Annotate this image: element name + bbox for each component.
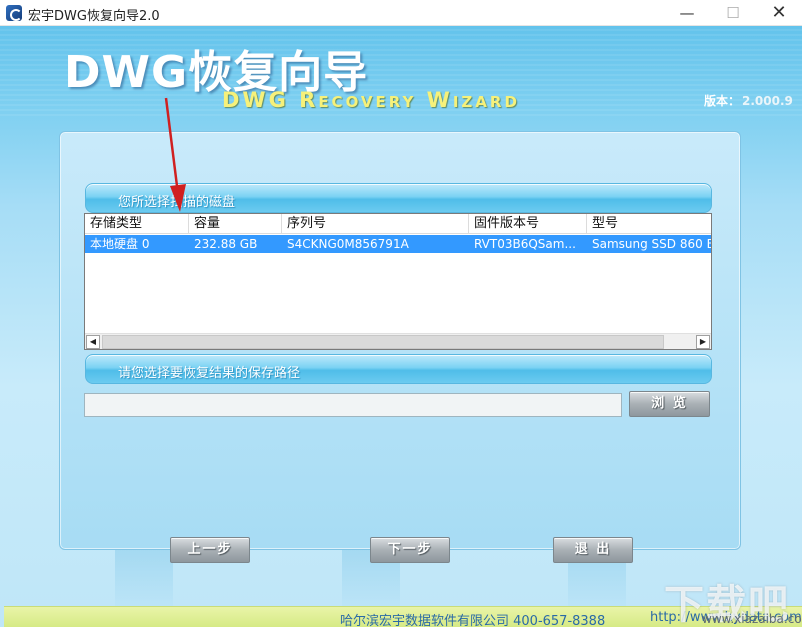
path-section-title: 请您选择要恢复结果的保存路径 — [118, 366, 301, 381]
window-title: 宏宇DWG恢复向导2.0 — [28, 9, 160, 24]
scroll-left-icon[interactable]: ◀ — [86, 335, 100, 349]
version-value: 2.000.9 — [742, 94, 793, 108]
cell-capacity: 232.88 GB — [194, 237, 258, 251]
browse-button[interactable]: 浏 览 — [629, 391, 710, 417]
cell-storage-type: 本地硬盘 0 — [90, 237, 150, 251]
app-icon — [6, 5, 22, 21]
minimize-button[interactable]: — — [664, 0, 710, 26]
version-label: 版本： — [704, 94, 741, 108]
cell-serial: S4CKNG0M856791A — [287, 237, 409, 251]
disk-list-header: 存储类型 容量 序列号 固件版本号 型号 — [85, 214, 711, 234]
scrollbar-thumb[interactable] — [102, 335, 664, 349]
decor-pillar — [115, 550, 173, 606]
disk-list[interactable]: 存储类型 容量 序列号 固件版本号 型号 本地硬盘 0 232.88 GB S4… — [84, 213, 712, 350]
title-bar: 宏宇DWG恢复向导2.0 — ☐ ✕ — [0, 0, 802, 26]
column-storage-type[interactable]: 存储类型 — [85, 214, 189, 234]
column-capacity[interactable]: 容量 — [189, 214, 282, 234]
path-section-header: 请您选择要恢复结果的保存路径 — [85, 354, 712, 384]
column-serial[interactable]: 序列号 — [282, 214, 469, 234]
prev-step-button[interactable]: 上一步 — [170, 537, 250, 563]
footer-company: 哈尔滨宏宇数据软件有限公司 400-657-8388 — [340, 614, 606, 627]
column-model[interactable]: 型号 — [587, 214, 711, 234]
app-body: DWG恢复向导 DWG Recovery Wizard 版本：2.000.9 您… — [0, 26, 802, 627]
version-info: 版本： 2.000.9 — [704, 92, 793, 109]
next-step-button[interactable]: 下一步 — [370, 537, 450, 563]
table-row[interactable]: 本地硬盘 0 232.88 GB S4CKNG0M856791A RVT03B6… — [85, 235, 711, 253]
horizontal-scrollbar[interactable]: ◀ ▶ — [85, 333, 711, 349]
close-button[interactable]: ✕ — [756, 0, 802, 26]
cell-firmware: RVT03B6QSam... — [474, 237, 576, 251]
exit-button[interactable]: 退 出 — [553, 537, 633, 563]
cell-model: Samsung SSD 860 EVO — [592, 237, 711, 251]
save-path-input[interactable] — [84, 393, 622, 417]
watermark-url: www.xiazaiba.com — [702, 612, 802, 626]
annotation-arrow-icon — [164, 97, 186, 212]
scroll-right-icon[interactable]: ▶ — [696, 335, 710, 349]
maximize-button[interactable]: ☐ — [710, 0, 756, 26]
logo-title-en: DWG Recovery Wizard — [222, 88, 520, 112]
column-firmware[interactable]: 固件版本号 — [469, 214, 587, 234]
